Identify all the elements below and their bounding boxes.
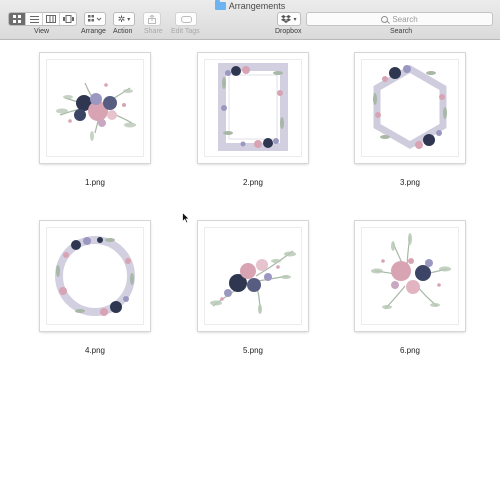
share-icon: [148, 14, 156, 24]
edit-tags-group: [175, 12, 197, 26]
dropbox-icon: [281, 14, 292, 23]
search-icon: [381, 15, 389, 23]
columns-icon: [46, 15, 56, 23]
list-icon: [29, 15, 39, 23]
grid-icon: [13, 15, 21, 23]
folder-icon: [214, 0, 226, 10]
floral-bouquet-image: [56, 82, 136, 141]
share-group: [143, 12, 161, 26]
column-view-button[interactable]: [43, 13, 60, 25]
tag-icon: [180, 15, 192, 23]
file-name[interactable]: 6.png: [355, 346, 465, 355]
gear-icon: ✲: [117, 13, 126, 24]
share-button[interactable]: [143, 12, 161, 26]
arrange-grid-icon: [88, 15, 102, 22]
dropbox-group: ▾: [277, 12, 301, 26]
circle-floral-wreath-image: [55, 236, 135, 316]
file-name[interactable]: 5.png: [198, 346, 308, 355]
upright-floral-bouquet-image: [371, 233, 451, 310]
finder-window: Arrangements View Arrange ✲ ▾ Action Sha…: [0, 0, 500, 495]
action-label: Action: [113, 28, 133, 35]
file-name[interactable]: 2.png: [198, 178, 308, 187]
chevron-down-icon: ▾: [293, 16, 297, 23]
chevron-down-icon: ▾: [127, 16, 131, 23]
file-thumbnail[interactable]: [355, 221, 465, 331]
window-title: Arrangements: [0, 0, 500, 12]
list-view-button[interactable]: [26, 13, 43, 25]
arrange-button[interactable]: [84, 12, 106, 26]
diagonal-floral-bouquet-image: [210, 250, 296, 314]
file-thumbnail[interactable]: [40, 221, 150, 331]
edit-tags-label: Edit Tags: [171, 28, 200, 35]
gallery-icon: [62, 15, 74, 23]
search-placeholder: Search: [392, 14, 418, 24]
search-field[interactable]: Search: [306, 12, 493, 26]
window-title-text: Arrangements: [228, 1, 286, 11]
action-group: ✲ ▾: [113, 12, 135, 26]
file-name[interactable]: 3.png: [355, 178, 465, 187]
toolbar: Arrangements View Arrange ✲ ▾ Action Sha…: [0, 0, 500, 40]
rectangle-floral-frame-image: [218, 63, 288, 151]
dropbox-button[interactable]: ▾: [277, 12, 301, 26]
file-thumbnail[interactable]: [198, 53, 308, 163]
file-grid: 1.png 2.png 3.png 4.png 5.png 6.png: [0, 40, 500, 495]
file-name[interactable]: 4.png: [40, 346, 150, 355]
file-thumbnail[interactable]: [355, 53, 465, 163]
hexagon-floral-frame-image: [373, 64, 447, 150]
search-label: Search: [390, 28, 413, 35]
arrange-group: [84, 12, 106, 26]
file-thumbnail[interactable]: [198, 221, 308, 331]
share-label: Share: [144, 28, 163, 35]
mouse-cursor-icon: [182, 212, 190, 224]
view-control: [8, 12, 77, 26]
gallery-view-button[interactable]: [60, 13, 76, 25]
arrange-label: Arrange: [81, 28, 106, 35]
edit-tags-button[interactable]: [175, 12, 197, 26]
dropbox-label: Dropbox: [275, 28, 302, 35]
action-button[interactable]: ✲ ▾: [113, 12, 135, 26]
file-thumbnail[interactable]: [40, 53, 150, 163]
icon-view-button[interactable]: [9, 13, 26, 25]
file-name[interactable]: 1.png: [40, 178, 150, 187]
view-label: View: [34, 28, 50, 35]
